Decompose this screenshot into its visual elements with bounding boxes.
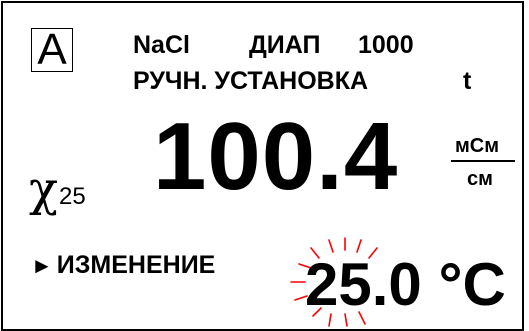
mode-letter: A [37, 25, 67, 74]
range-value: 1000 [358, 31, 414, 59]
conductivity-value: 100.4 [153, 103, 399, 210]
change-label: ИЗМЕНЕНИЕ [56, 251, 216, 279]
unit-fraction-line [451, 160, 515, 162]
unit-numerator: мСм [455, 135, 500, 157]
arrow-right-icon: ► [31, 252, 53, 278]
conductivity-symbol: χ [29, 161, 59, 217]
mode-indicator: A [31, 28, 73, 72]
conductivity-subscript: 25 [59, 183, 86, 210]
parameter-label: t [463, 67, 472, 95]
temperature-reading[interactable]: 25.0 °C [305, 255, 506, 315]
temperature-value: 25.0 [305, 251, 422, 318]
manual-setting-label: РУЧН. УСТАНОВКА [133, 67, 369, 95]
change-menu-item[interactable]: ► ИЗМЕНЕНИЕ [31, 253, 215, 278]
unit-denominator: см [467, 168, 493, 190]
temperature-unit: °C [438, 251, 506, 318]
range-label: ДИАП [249, 31, 321, 59]
solution-label: NaCl [133, 31, 190, 59]
device-display: A NaCl ДИАП 1000 РУЧН. УСТАНОВКА t χ 25 … [1, 1, 524, 331]
